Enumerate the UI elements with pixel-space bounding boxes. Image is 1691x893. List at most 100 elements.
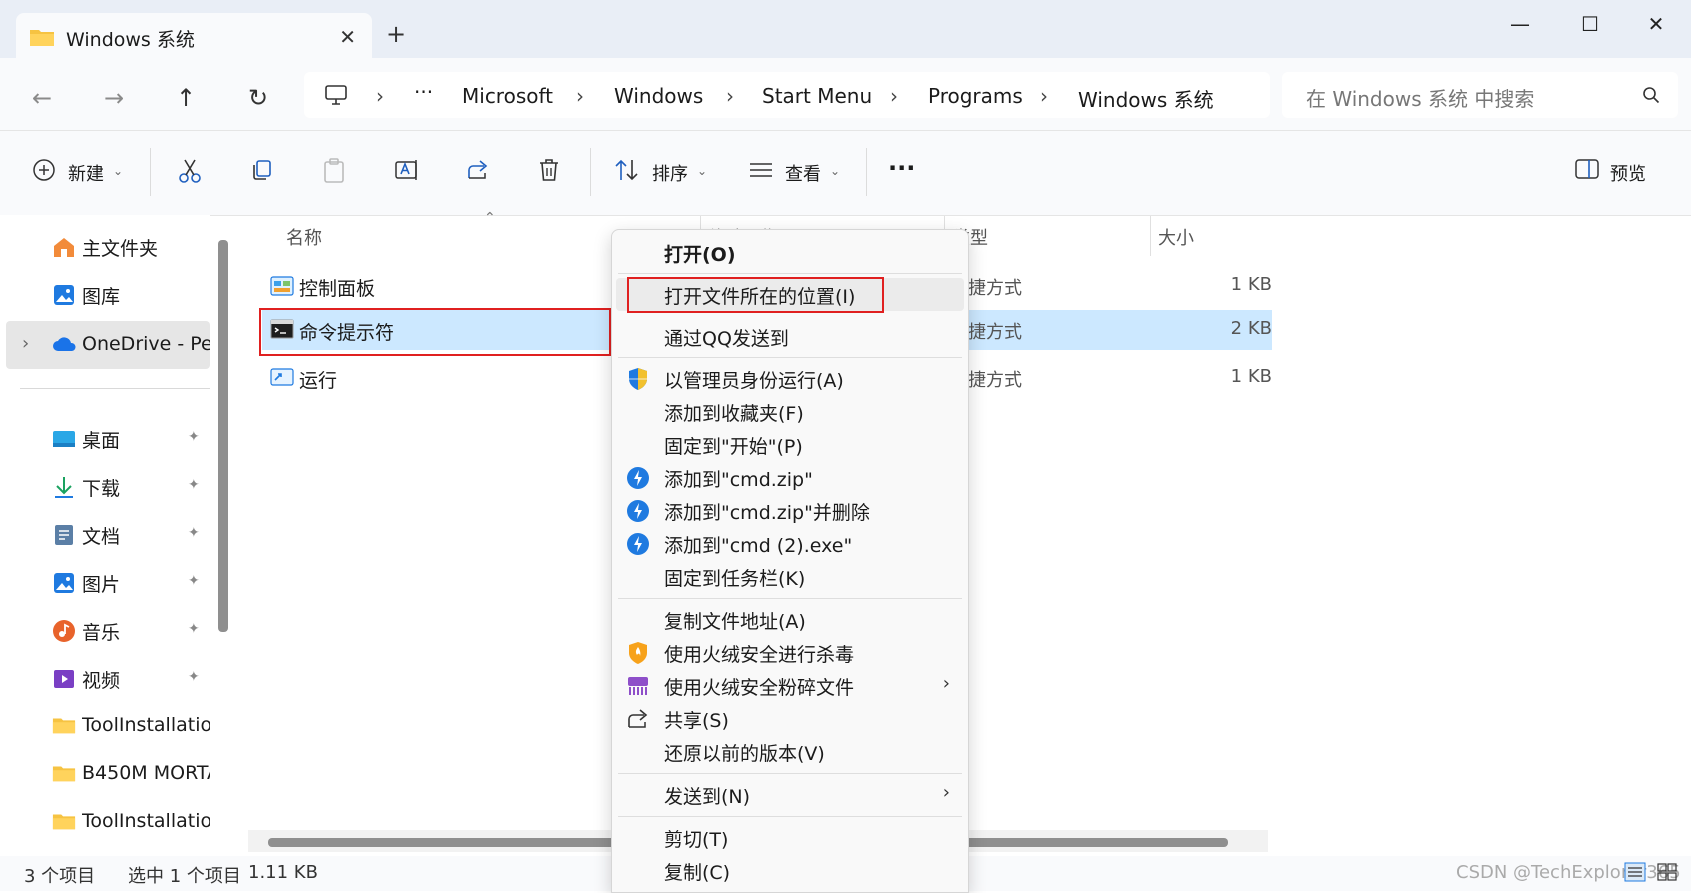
pin-icon[interactable]: ✦ [188,573,200,589]
menu-item-huorong-scan[interactable]: 使用火绒安全进行杀毒 [612,636,968,669]
breadcrumb-separator[interactable]: › [576,84,584,108]
shield-icon [626,367,650,391]
chevron-right-icon[interactable]: › [22,333,29,354]
minimize-button[interactable]: — [1500,12,1540,40]
breadcrumb-windows-system[interactable]: Windows 系统 [1078,84,1214,113]
bandizip-icon [626,499,650,523]
details-view-icon[interactable] [1624,862,1646,882]
sidebar-item-gallery[interactable]: 图库 [0,275,210,315]
menu-item-label: 共享(S) [664,710,729,732]
tiles-view-icon[interactable] [1656,862,1678,882]
tab-windows-system[interactable]: Windows 系统 ✕ [16,13,372,58]
menu-item-copy[interactable]: 复制(C) [612,854,968,887]
menu-item-pin-to-taskbar[interactable]: 固定到任务栏(K) [612,560,968,593]
breadcrumb-programs[interactable]: Programs [928,84,1023,108]
menu-item-share[interactable]: 共享(S) [612,702,968,735]
chevron-down-icon[interactable]: ⌄ [830,164,840,178]
refresh-button[interactable]: ↻ [248,84,268,112]
cut-icon[interactable] [178,158,202,184]
menu-item-label: 使用火绒安全进行杀毒 [664,644,855,666]
sidebar-item-documents[interactable]: 文档 ✦ [0,515,210,555]
pin-icon[interactable]: ✦ [188,621,200,637]
breadcrumb-separator[interactable]: › [376,84,384,108]
breadcrumb-separator[interactable]: › [890,84,898,108]
new-button[interactable]: 新建 [68,160,104,186]
sort-icon[interactable] [614,158,640,182]
menu-item-run-as-admin[interactable]: 以管理员身份运行(A) [612,362,968,395]
breadcrumb-separator[interactable]: › [726,84,734,108]
menu-item-huorong-shred[interactable]: 使用火绒安全粉碎文件 › [612,669,968,702]
tab-close-icon[interactable]: ✕ [339,25,356,49]
sort-button[interactable]: 排序 [652,160,688,186]
sidebar-item-onedrive[interactable]: › OneDrive - Per [6,321,210,369]
menu-item-add-to-exe[interactable]: 添加到"cmd (2).exe" [612,527,968,560]
menu-item-open[interactable]: 打开(O) [612,236,968,269]
sidebar-item-home[interactable]: 主文件夹 [0,227,210,267]
sidebar-item-downloads[interactable]: 下载 ✦ [0,467,210,507]
sidebar-scrollbar[interactable] [218,240,228,632]
new-tab-button[interactable]: + [386,20,406,48]
breadcrumb-microsoft[interactable]: Microsoft [462,84,553,108]
delete-icon[interactable] [538,158,560,182]
pin-icon[interactable]: ✦ [188,429,200,445]
menu-item-pin-to-start[interactable]: 固定到"开始"(P) [612,428,968,461]
chevron-down-icon[interactable]: ⌄ [113,164,123,178]
more-options-button[interactable]: ··· [888,154,915,182]
new-icon[interactable] [32,158,56,182]
column-header-name[interactable]: 名称 [286,224,322,250]
sidebar-item-folder[interactable]: ToolInstallation [0,707,210,747]
view-icon[interactable] [748,158,774,182]
breadcrumb-start-menu[interactable]: Start Menu [762,84,872,108]
breadcrumb-separator[interactable]: › [1040,84,1048,108]
menu-item-send-to[interactable]: 发送到(N) › [612,778,968,811]
preview-button[interactable]: 预览 [1610,160,1646,186]
menu-item-label: 固定到"开始"(P) [664,436,803,458]
breadcrumb-windows[interactable]: Windows [614,84,703,108]
menu-item-restore-previous-versions[interactable]: 还原以前的版本(V) [612,735,968,768]
maximize-button[interactable]: ☐ [1570,12,1610,40]
item-count: 3 个项目 [24,866,96,887]
close-window-button[interactable]: ✕ [1636,12,1676,40]
menu-item-label: 通过QQ发送到 [664,328,789,350]
sidebar-item-label: B450M MORTA [82,762,210,784]
sidebar-item-folder[interactable]: B450M MORTA [0,755,210,795]
menu-item-add-to-zip[interactable]: 添加到"cmd.zip" [612,461,968,494]
onedrive-icon [52,335,78,353]
pictures-icon [52,571,76,595]
paste-icon[interactable] [322,158,346,184]
breadcrumb-overflow[interactable]: ··· [414,80,433,104]
sidebar-item-videos[interactable]: 视频 ✦ [0,659,210,699]
sort-ascending-icon: ⌃ [484,210,496,226]
sidebar-item-pictures[interactable]: 图片 ✦ [0,563,210,603]
menu-separator [618,773,962,774]
sidebar-item-folder[interactable]: ToolInstallation [0,803,210,843]
this-pc-icon[interactable] [324,84,348,106]
sidebar-item-music[interactable]: 音乐 ✦ [0,611,210,651]
share-icon[interactable] [466,158,490,182]
column-divider[interactable] [1150,216,1151,256]
copy-icon[interactable] [250,158,274,182]
search-icon[interactable] [1642,86,1660,104]
pin-icon[interactable]: ✦ [188,525,200,541]
menu-item-cut[interactable]: 剪切(T) [612,821,968,854]
menu-item-add-to-favorites[interactable]: 添加到收藏夹(F) [612,395,968,428]
search-box[interactable]: 在 Windows 系统 中搜索 [1282,72,1678,118]
menu-item-copy-path[interactable]: 复制文件地址(A) [612,603,968,636]
rename-icon[interactable] [394,158,420,182]
forward-button[interactable]: → [104,84,124,112]
menu-item-send-via-qq[interactable]: 通过QQ发送到 [612,320,968,353]
highlight-box [259,308,611,356]
sidebar-item-desktop[interactable]: 桌面 ✦ [0,419,210,459]
search-placeholder[interactable]: 在 Windows 系统 中搜索 [1306,83,1534,112]
back-button[interactable]: ← [32,84,52,112]
pin-icon[interactable]: ✦ [188,669,200,685]
menu-item-add-to-zip-and-delete[interactable]: 添加到"cmd.zip"并删除 [612,494,968,527]
view-button[interactable]: 查看 [785,160,821,186]
documents-icon [52,523,76,547]
preview-pane-icon[interactable] [1574,158,1600,180]
chevron-down-icon[interactable]: ⌄ [697,164,707,178]
pin-icon[interactable]: ✦ [188,477,200,493]
up-button[interactable]: ↑ [176,84,196,112]
column-header-size[interactable]: 大小 [1158,224,1194,250]
watermark: CSDN @TechExplorer365 [1456,862,1681,883]
